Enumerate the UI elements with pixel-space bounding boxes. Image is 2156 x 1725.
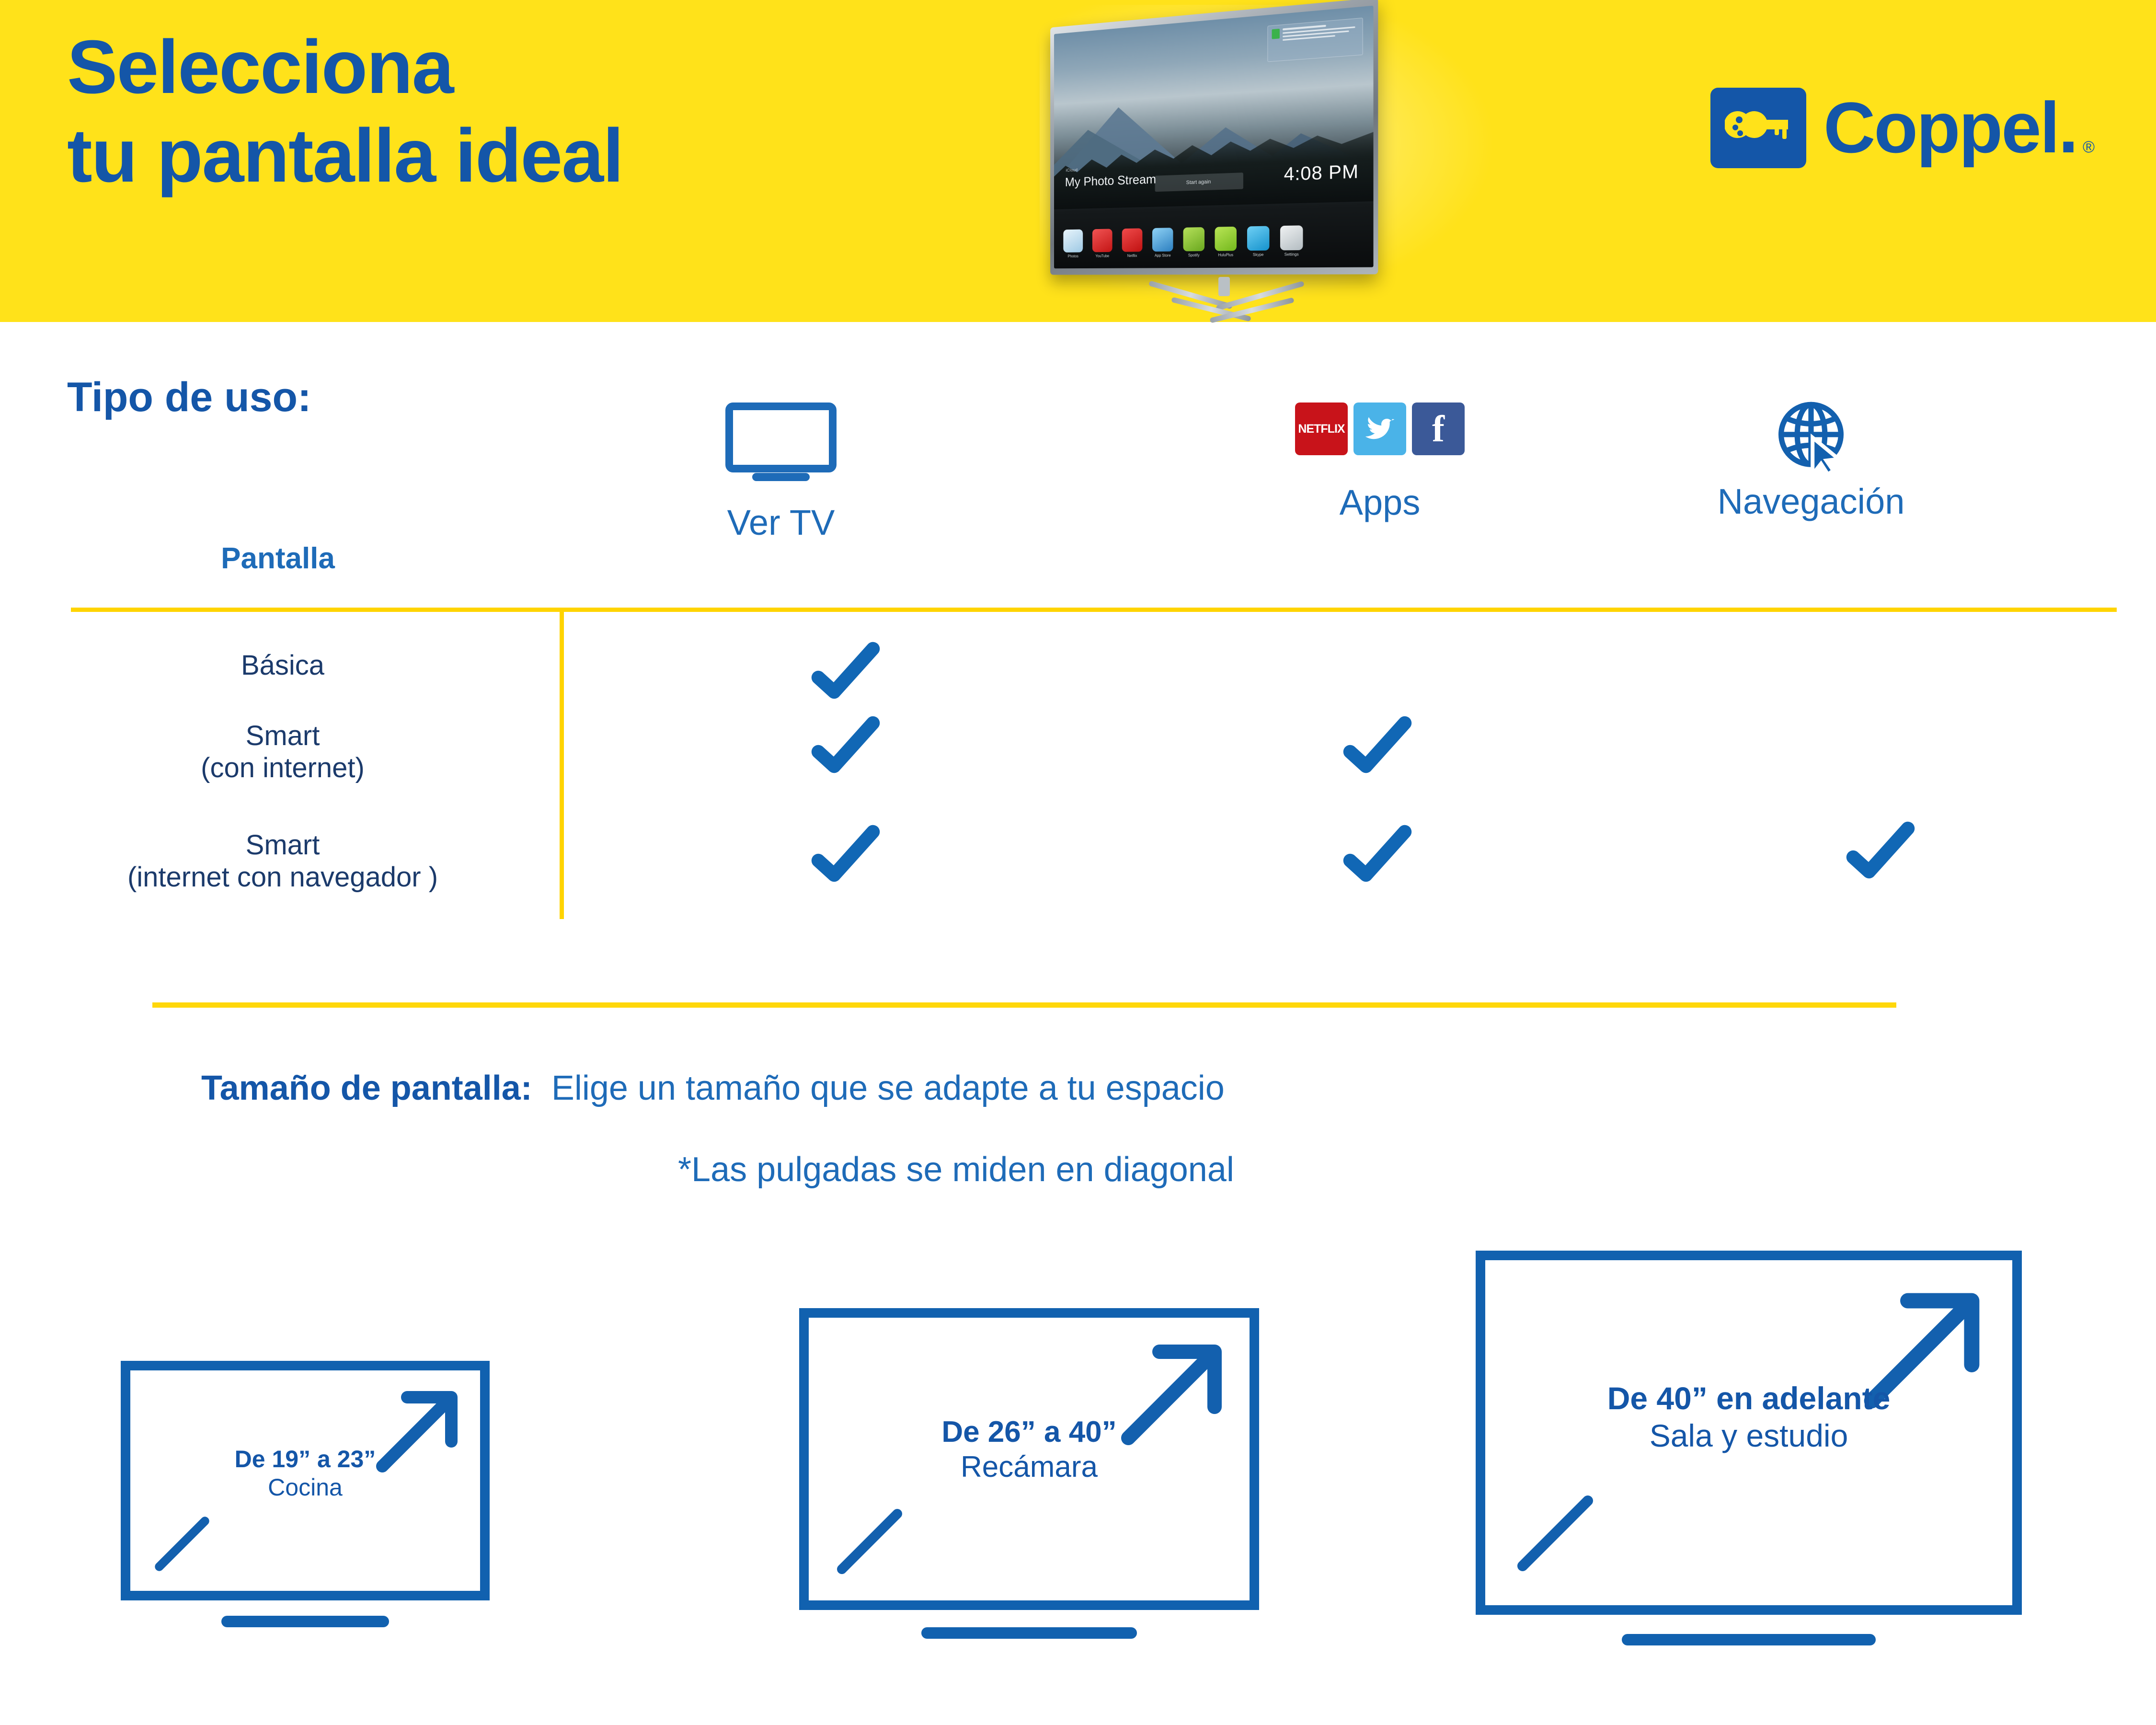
tv-app-item: Photos [1063,229,1083,259]
size-section-description: Elige un tamaño que se adapte a tu espac… [551,1069,1225,1107]
size-box-text: De 40” en adelante Sala y estudio [1476,1380,2022,1455]
smart-tv-photo: iCloud My Photo Stream Start again 4:08 … [1037,0,1387,327]
column-label: Apps [1339,483,1421,522]
logo-wordmark: Coppel. ® [1823,86,2095,169]
table-top-divider [71,608,2117,612]
size-box-small[interactable]: De 19” a 23” Cocina [121,1361,490,1627]
tv-stand-bar [921,1627,1137,1639]
tv-photo-stream-label: My Photo Stream [1065,172,1157,189]
column-header-navegacion: Navegación [1677,398,1945,522]
row-label-line2: (con internet) [201,752,365,783]
column-label: Navegación [1717,482,1905,521]
size-room-label: Cocina [268,1474,343,1501]
coppel-logo[interactable]: Coppel. ® [1710,86,2095,169]
tv-eyebrow-text: iCloud [1066,167,1078,173]
tv-stand [1147,277,1306,323]
tv-pill-button: Start again [1155,172,1243,192]
size-range-label: De 19” a 23” [234,1446,376,1472]
tv-monitor-icon [725,402,837,472]
checkmark-icon [810,712,882,783]
column-header-apps: NETFLIX f Apps [1274,402,1485,523]
tv-notification-card [1267,17,1363,62]
row-label-line2: (internet con navegador ) [127,862,438,893]
column-header-ver-tv: Ver TV [697,402,865,543]
row-group-header: Pantalla [221,542,335,575]
size-box-text: De 26” a 40” Recámara [799,1414,1259,1484]
row-label-line1: Básica [241,650,325,681]
section-title-usage: Tipo de uso: [67,374,311,420]
tv-app-item: YouTube [1092,229,1112,258]
logo-word-text: Coppel [1823,87,2060,168]
row-label-line1: Smart [245,720,320,751]
size-range-label: De 40” en adelante [1607,1380,1891,1416]
tv-stand-bar [1622,1634,1876,1645]
tv-clock: 4:08 PM [1284,161,1359,185]
table-vertical-divider [560,608,564,919]
notification-text-lines [1283,22,1358,57]
tv-app-item: HuluPlus [1215,226,1237,257]
size-room-label: Sala y estudio [1649,1417,1848,1453]
size-box-text: De 19” a 23” Cocina [121,1445,490,1502]
tv-screen: iCloud My Photo Stream Start again 4:08 … [1054,5,1374,269]
table-row: Smart (internet con navegador ) [19,829,546,893]
row-label-line1: Smart [245,829,320,861]
section-divider [152,1002,1896,1008]
size-box-large[interactable]: De 40” en adelante Sala y estudio [1476,1251,2022,1645]
key-icon [1710,87,1806,168]
social-apps-icon: NETFLIX f [1274,402,1485,455]
diagonal-tick-icon [829,1501,910,1582]
size-room-label: Recámara [961,1450,1098,1484]
page-title: Selecciona tu pantalla ideal [67,25,624,198]
checkmark-icon [1845,817,1916,889]
diagonal-tick-icon [1507,1485,1603,1581]
android-notification-icon [1272,28,1280,39]
tv-app-dock: Photos YouTube Netflix App Store Spotify… [1063,224,1363,258]
checkmark-icon [810,820,882,892]
tv-app-item: Skype [1247,226,1270,257]
checkmark-icon [1342,712,1413,783]
size-section-note: *Las pulgadas se miden en diagonal [678,1150,1234,1189]
globe-cursor-icon [1677,398,1945,480]
tv-app-item: Spotify [1183,227,1205,257]
column-label: Ver TV [727,503,835,542]
diagonal-tick-icon [149,1510,216,1577]
size-range-label: De 26” a 40” [941,1415,1117,1449]
size-section-label: Tamaño de pantalla: [201,1069,532,1107]
checkmark-icon [1342,820,1413,892]
logo-period: . [2058,87,2078,168]
table-row: Smart (con internet) [38,720,527,784]
tv-app-item: Netflix [1122,228,1143,258]
checkmark-icon [810,637,882,709]
twitter-icon [1353,402,1406,455]
tv-bezel: iCloud My Photo Stream Start again 4:08 … [1050,0,1378,275]
facebook-icon: f [1412,402,1465,455]
netflix-icon: NETFLIX [1295,402,1348,455]
tv-app-item: Settings [1280,225,1303,257]
registered-mark: ® [2082,138,2095,156]
size-box-medium[interactable]: De 26” a 40” Recámara [799,1308,1259,1639]
tv-stand-bar [221,1616,389,1627]
size-section-heading: Tamaño de pantalla: Elige un tamaño que … [201,1069,1225,1108]
table-row: Básica [38,649,527,681]
tv-app-item: App Store [1152,228,1173,258]
